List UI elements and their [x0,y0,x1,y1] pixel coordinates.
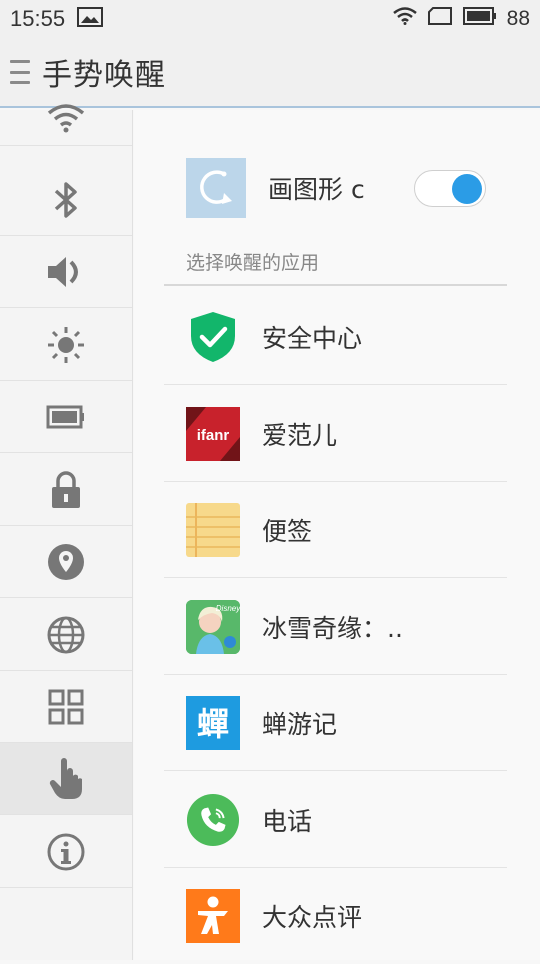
app-row-ifanr[interactable]: ifanr 爱范儿 [164,386,507,482]
section-divider [164,284,507,286]
gesture-c-icon [186,158,246,218]
gesture-toggle[interactable] [414,170,486,207]
menu-icon[interactable] [10,60,30,84]
info-icon [46,832,86,872]
sidebar-item-apps[interactable] [0,671,132,743]
app-row-phone[interactable]: 电话 [164,772,507,868]
sidebar-item-bluetooth[interactable] [0,164,132,236]
sidebar-item-lock[interactable] [0,454,132,526]
app-label: 冰雪奇缘：.. [262,613,403,643]
brightness-icon [46,325,86,365]
gesture-label: 画图形 c [268,175,365,204]
apps-grid-icon [48,689,84,725]
battery-icon [46,405,86,429]
sim-icon [427,6,453,32]
sidebar-item-volume[interactable] [0,236,132,308]
app-row-notes[interactable]: 便签 [164,482,507,578]
ifanr-icon: ifanr [186,406,240,461]
battery-level: 88 [506,7,530,30]
status-bar: 15:55 88 [0,0,540,38]
chanyouji-icon: 蟬 [186,695,240,750]
dianping-icon [186,889,240,943]
bluetooth-icon [51,180,81,220]
frozen-icon-text: Disney [216,604,240,613]
app-label: 便签 [262,516,313,546]
toggle-knob [452,174,482,204]
sidebar-item-location[interactable] [0,526,132,598]
notes-icon [186,502,240,557]
page-title: 手势唤醒 [42,58,166,93]
app-row-chanyouji[interactable]: 蟬 蝉游记 [164,675,507,771]
chanyouji-icon-text: 蟬 [197,705,229,743]
app-label: 电话 [262,806,313,836]
main-panel: 画图形 c 选择唤醒的应用 安全中心 ifanr 爱范儿 便签 Disney 冰… [134,110,540,960]
image-icon [77,7,104,31]
app-label: 爱范儿 [262,420,338,450]
ifanr-icon-text: ifanr [197,427,230,444]
location-icon [46,542,86,582]
app-label: 蝉游记 [262,709,338,739]
wifi-icon [392,7,417,31]
app-label: 大众点评 [262,903,363,932]
volume-icon [46,254,86,290]
section-header: 选择唤醒的应用 [186,252,320,274]
app-row-security-center[interactable]: 安全中心 [164,289,507,385]
sidebar-item-brightness[interactable] [0,309,132,381]
sidebar-item-about[interactable] [0,816,132,888]
app-label: 安全中心 [262,323,363,353]
app-row-dianping[interactable]: 大众点评 [164,868,507,964]
settings-sidebar [0,103,133,960]
sidebar-item-wifi[interactable] [0,92,132,146]
sidebar-item-gesture[interactable] [0,743,132,815]
status-time: 15:55 [10,6,66,31]
sidebar-item-battery[interactable] [0,381,132,453]
wifi-icon [46,103,86,135]
security-shield-icon [186,310,240,364]
frozen-game-icon: Disney [186,599,240,654]
globe-icon [46,615,86,655]
phone-icon [186,793,240,847]
sidebar-item-network[interactable] [0,599,132,671]
battery-icon [462,7,497,31]
lock-icon [49,470,83,510]
gesture-hand-icon [48,757,84,801]
app-row-frozen[interactable]: Disney 冰雪奇缘：.. [164,579,507,675]
